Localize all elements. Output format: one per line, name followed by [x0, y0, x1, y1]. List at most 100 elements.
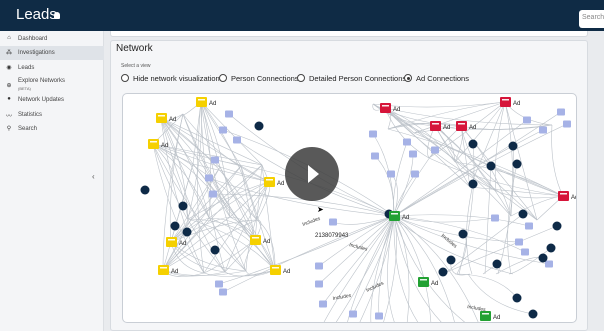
sidebar-item-investigations[interactable]: ⁂ Investigations — [0, 46, 104, 60]
ad-node — [250, 235, 261, 245]
sidebar-item-network-updates[interactable]: ● Network Updates — [0, 93, 104, 107]
listing-node — [375, 312, 383, 320]
edge-label: Includes — [348, 242, 368, 253]
view-label: Select a view — [121, 63, 151, 69]
mouse-cursor-icon: ➤ — [317, 205, 324, 214]
listing-node — [219, 288, 227, 296]
ad-node — [380, 103, 391, 113]
globe-icon: ⊕ — [6, 83, 12, 89]
sidebar-item-search[interactable]: ⚲ Search — [0, 122, 104, 136]
connection-edge — [393, 215, 419, 322]
search-input[interactable]: Search — [579, 10, 604, 28]
ad-node — [156, 113, 167, 123]
edge-label: Includes — [302, 216, 322, 228]
listing-node — [349, 310, 357, 318]
listing-node — [515, 238, 523, 246]
listing-node — [315, 280, 323, 288]
home-icon: ⌂ — [7, 35, 11, 41]
radio-button[interactable] — [297, 74, 305, 82]
option-label: Ad Connections — [416, 74, 469, 83]
sidebar-item-label: Network Updates — [18, 97, 65, 103]
ad-node — [558, 191, 569, 201]
listing-node — [387, 170, 395, 178]
connection-edge — [393, 149, 436, 217]
ad-node — [389, 211, 400, 221]
ad-node-mark — [158, 115, 165, 117]
ad-node — [166, 237, 177, 247]
sidebar-item-leads[interactable]: ◉ Leads — [0, 61, 104, 75]
listing-node — [329, 218, 337, 226]
connection-edge — [374, 155, 395, 217]
listing-node — [563, 120, 571, 128]
sidebar-item-label: Dashboard — [18, 36, 48, 42]
connection-edge — [152, 143, 231, 218]
option-label: Hide network visualization — [133, 74, 220, 83]
updates-icon: ● — [7, 96, 11, 102]
listing-node — [557, 108, 565, 116]
notification-icon[interactable] — [54, 12, 60, 19]
ad-node-label: Ad — [431, 281, 438, 287]
person-node — [210, 245, 220, 255]
sidebar-item-dashboard[interactable]: ⌂ Dashboard — [0, 32, 104, 46]
listing-node — [219, 126, 227, 134]
ad-node-mark — [432, 123, 439, 125]
sidebar-item-explore-networks[interactable]: ⊕ Explore Networks (BETA) — [0, 76, 104, 94]
ad-node-mark — [382, 105, 389, 107]
sidebar-item-label: Explore Networks — [18, 78, 66, 84]
person-node — [170, 221, 180, 231]
ad-node — [148, 139, 159, 149]
person-node — [468, 139, 478, 149]
connection-edge — [434, 125, 538, 221]
sidebar-item-statistics[interactable]: 〰 Statistics — [0, 108, 104, 122]
ad-node-label: Ad — [161, 143, 168, 149]
person-node — [508, 141, 518, 151]
option-label: Detailed Person Connections — [309, 74, 407, 83]
edge-label: Includes — [467, 304, 487, 313]
listing-node — [225, 110, 233, 118]
listing-node — [233, 136, 241, 144]
ad-node-label: Ad — [513, 101, 520, 107]
person-node — [512, 159, 522, 169]
person-node — [518, 209, 528, 219]
radio-button[interactable] — [121, 74, 129, 82]
connection-edge — [504, 101, 538, 221]
phone-number-label: 2138079943 — [315, 233, 349, 239]
listing-node — [525, 222, 533, 230]
person-node — [254, 121, 264, 131]
ad-node-mark — [252, 237, 259, 239]
ad-node-mark — [160, 267, 167, 269]
person-node — [538, 253, 548, 263]
connection-edge — [393, 141, 408, 217]
ad-node-label: Ad — [169, 117, 176, 123]
person-node — [140, 185, 150, 195]
ad-node-mark — [150, 141, 157, 143]
leads-icon: ◉ — [6, 65, 12, 71]
connection-edge — [197, 101, 205, 274]
ad-node-mark — [168, 239, 175, 241]
ad-node-mark — [198, 99, 205, 101]
collapse-sidebar-icon[interactable]: ‹ — [92, 172, 95, 181]
network-graph-canvas[interactable]: Ad Ad Ad Ad Ad Ad Ad Ad Ad Ad Ad Ad Ad Ad Ad Ad 21380799… — [123, 94, 577, 323]
connection-edge — [551, 124, 564, 197]
network-graph[interactable]: Ad Ad Ad Ad Ad Ad Ad Ad Ad Ad Ad Ad Ad Ad Ad Ad 21380799… — [122, 93, 577, 323]
ad-node-label: Ad — [469, 125, 476, 131]
listing-node — [319, 300, 327, 308]
listing-node — [411, 170, 419, 178]
connection-edge — [393, 119, 528, 217]
ad-node-mark — [482, 313, 489, 315]
radio-button[interactable] — [219, 74, 227, 82]
listing-node — [211, 156, 219, 164]
person-node — [552, 221, 562, 231]
ad-node-label: Ad — [209, 101, 216, 107]
ad-node-mark — [272, 267, 279, 269]
app-title: Leads — [16, 6, 57, 23]
play-icon[interactable] — [285, 147, 339, 201]
statistics-icon: 〰 — [5, 114, 12, 120]
person-node — [546, 243, 556, 253]
sidebar-item-label: Leads — [18, 65, 35, 71]
person-node — [182, 227, 192, 237]
sidebar: ⌂ Dashboard ⁂ Investigations ◉ Leads ⊕ E… — [0, 31, 104, 331]
radio-button-selected[interactable] — [404, 74, 412, 82]
person-node — [512, 293, 522, 303]
listing-node — [371, 152, 379, 160]
